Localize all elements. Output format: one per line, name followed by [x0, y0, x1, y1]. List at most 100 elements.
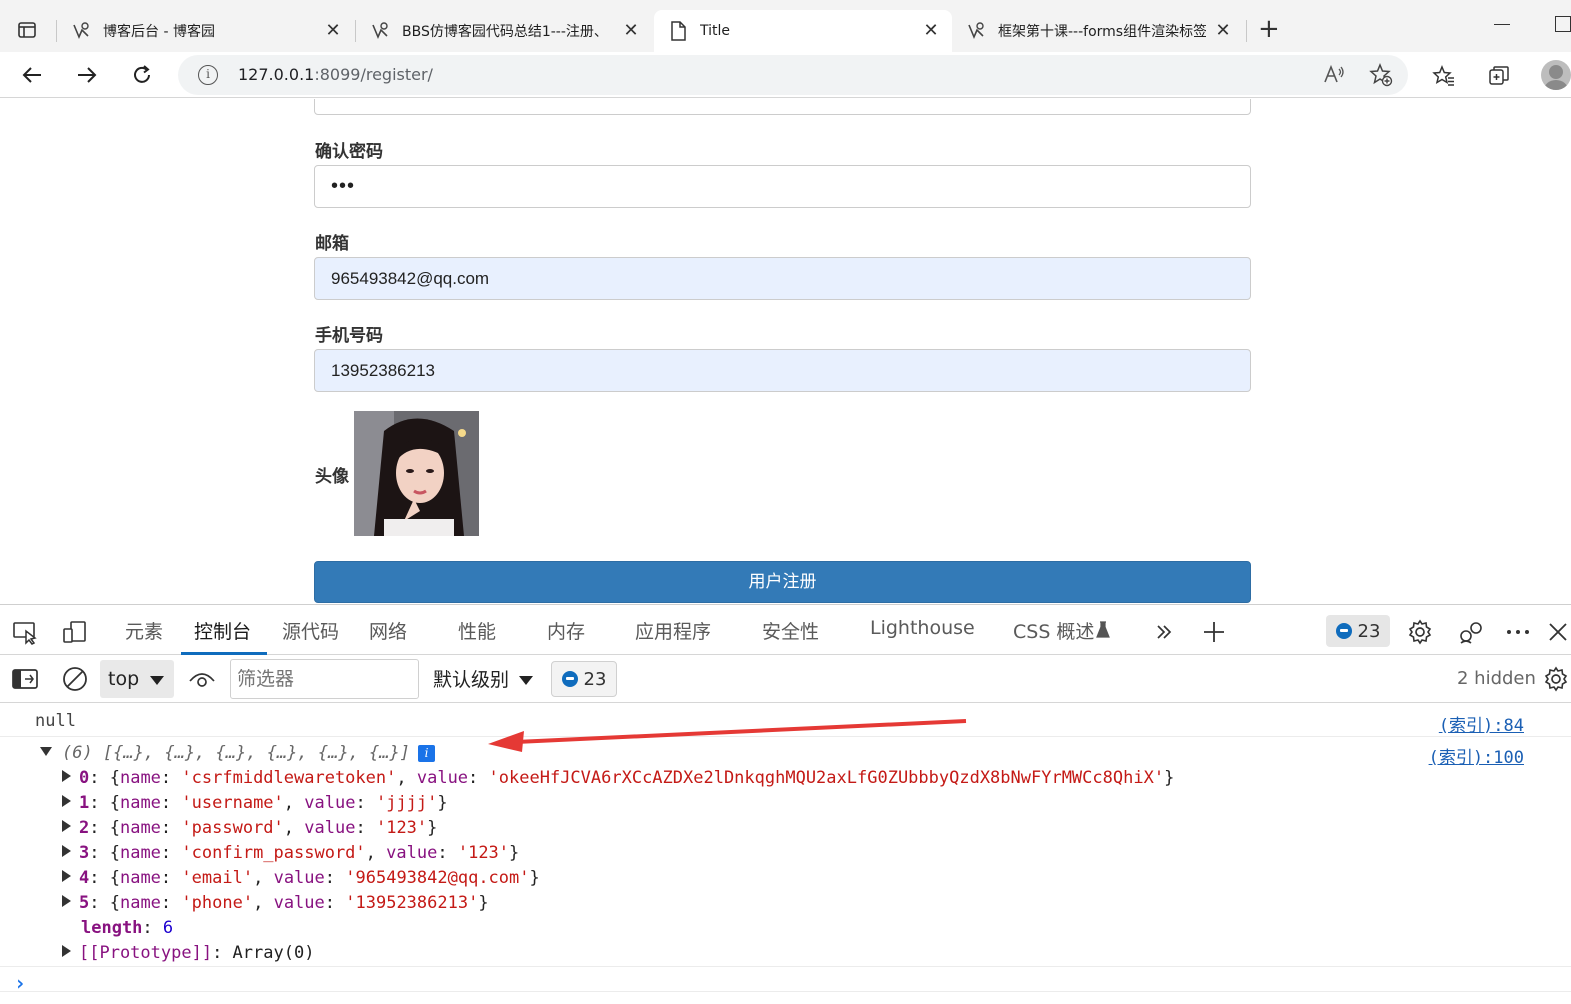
close-icon[interactable]: ✕ [920, 20, 942, 42]
collapse-triangle-icon[interactable] [40, 746, 52, 756]
message-icon [561, 671, 578, 687]
favorites-icon[interactable] [1430, 62, 1458, 90]
tab-console[interactable]: 控制台 [194, 617, 251, 644]
tab-title: 博客后台 - 博客园 [103, 24, 215, 40]
dropdown-caret-icon [519, 676, 534, 685]
live-expression-eye-icon[interactable] [188, 665, 216, 693]
sidebar-toggle-icon[interactable] [11, 665, 39, 693]
browser-toolbar: i 127.0.0.1:8099/register/ [0, 52, 1571, 98]
console-messages-badge[interactable]: 23 [551, 661, 617, 697]
tab-title: BBS仿博客园代码总结1---注册、 [402, 24, 608, 40]
avatar-image[interactable] [354, 411, 479, 536]
devtools-tabbar: 元素 控制台 源代码 网络 性能 内存 应用程序 安全性 Lighthouse … [0, 604, 1571, 655]
profile-avatar[interactable] [1541, 60, 1571, 90]
reload-icon[interactable] [125, 58, 159, 92]
tab-sources[interactable]: 源代码 [282, 617, 339, 644]
forward-icon[interactable] [70, 58, 104, 92]
close-devtools-icon[interactable] [1544, 618, 1571, 646]
inspect-element-icon[interactable] [11, 618, 39, 646]
settings-gear-icon[interactable] [1406, 618, 1434, 646]
expand-triangle-icon[interactable] [62, 895, 71, 907]
source-link[interactable]: (索引):100 [1429, 743, 1524, 768]
tab-title-active[interactable]: Title ✕ [654, 10, 952, 52]
tab-forms-lesson[interactable]: 框架第十课---forms组件渲染标签 ✕ [952, 10, 1244, 52]
cnblogs-icon [71, 21, 91, 41]
expand-triangle-icon[interactable] [62, 945, 71, 957]
tab-application[interactable]: 应用程序 [635, 617, 711, 644]
collections-icon[interactable] [1485, 62, 1513, 90]
console-settings-gear-icon[interactable] [1542, 665, 1570, 693]
experiment-flask-icon [1096, 621, 1110, 643]
maximize-icon[interactable] [1555, 16, 1571, 32]
more-tabs-chevron-icon[interactable] [1150, 618, 1178, 646]
email-field[interactable]: 965493842@qq.com [314, 257, 1251, 300]
tab-elements[interactable]: 元素 [125, 617, 163, 644]
expand-triangle-icon[interactable] [62, 770, 71, 782]
address-bar[interactable]: i 127.0.0.1:8099/register/ [178, 55, 1408, 95]
source-link[interactable]: (索引):84 [1439, 711, 1524, 736]
tab-security[interactable]: 安全性 [762, 617, 819, 644]
log-level-selector[interactable]: 默认级别 [433, 665, 534, 692]
minimize-icon[interactable] [1494, 24, 1510, 25]
cnblogs-icon [370, 21, 390, 41]
context-selector[interactable]: top [100, 660, 174, 698]
array-item-row[interactable]: 4: {name: 'email', value: '965493842@qq.… [62, 868, 540, 888]
message-icon [1335, 623, 1352, 639]
tab-network[interactable]: 网络 [369, 617, 407, 644]
tab-lighthouse[interactable]: Lighthouse [870, 617, 975, 639]
messages-badge[interactable]: 23 [1326, 615, 1390, 647]
info-icon[interactable]: i [418, 744, 435, 762]
tab-css-overview[interactable]: CSS 概述 [1013, 617, 1094, 644]
console-filter-input[interactable]: 筛选器 [230, 659, 419, 699]
site-info-icon[interactable]: i [198, 65, 218, 85]
tab-strip: 博客后台 - 博客园 ✕ BBS仿博客园代码总结1---注册、 ✕ Title … [0, 0, 1571, 52]
tab-performance[interactable]: 性能 [458, 617, 496, 644]
add-favorite-icon[interactable] [1367, 61, 1395, 89]
feedback-icon[interactable] [1457, 618, 1485, 646]
add-tool-icon[interactable] [1200, 618, 1228, 646]
expand-triangle-icon[interactable] [62, 870, 71, 882]
cnblogs-icon [966, 21, 986, 41]
avatar-label: 头像 [315, 467, 349, 487]
array-item-row[interactable]: 1: {name: 'username', value: 'jjjj'} [62, 793, 448, 813]
expand-triangle-icon[interactable] [62, 795, 71, 807]
array-item-row[interactable]: 0: {name: 'csrfmiddlewaretoken', value: … [62, 768, 1174, 788]
expand-triangle-icon[interactable] [62, 820, 71, 832]
close-icon[interactable]: ✕ [620, 20, 642, 42]
password-field[interactable] [314, 99, 1251, 115]
tab-bbs-summary[interactable]: BBS仿博客园代码总结1---注册、 ✕ [356, 10, 652, 52]
tab-memory[interactable]: 内存 [547, 617, 585, 644]
annotation-arrow [488, 719, 967, 752]
clear-console-icon[interactable] [61, 665, 89, 693]
page-icon [668, 21, 688, 41]
register-page: 确认密码 ••• 邮箱 965493842@qq.com 手机号码 139523… [0, 99, 1571, 604]
register-submit-button[interactable]: 用户注册 [314, 561, 1251, 603]
array-summary-row[interactable]: (6) [{…}, {…}, {…}, {…}, {…}, {…}] i [40, 743, 435, 763]
log-null: null [35, 711, 76, 731]
phone-field[interactable]: 13952386213 [314, 349, 1251, 392]
console-toolbar: top 筛选器 默认级别 23 2 hidden [0, 655, 1571, 703]
array-prototype-row[interactable]: [[Prototype]]: Array(0) [62, 943, 314, 963]
device-emulation-icon[interactable] [61, 618, 89, 646]
array-item-row[interactable]: 3: {name: 'confirm_password', value: '12… [62, 843, 519, 863]
confirm-password-field[interactable]: ••• [314, 165, 1251, 208]
new-tab-icon[interactable]: + [1258, 16, 1280, 42]
close-icon[interactable]: ✕ [322, 20, 344, 42]
phone-label: 手机号码 [315, 326, 383, 346]
read-aloud-icon[interactable] [1320, 61, 1348, 89]
url-text: 127.0.0.1:8099/register/ [238, 65, 433, 84]
array-item-row[interactable]: 2: {name: 'password', value: '123'} [62, 818, 437, 838]
tab-actions-icon[interactable] [9, 12, 45, 48]
expand-triangle-icon[interactable] [62, 845, 71, 857]
hidden-messages-count[interactable]: 2 hidden [1457, 668, 1536, 689]
confirm-password-label: 确认密码 [315, 142, 383, 162]
back-icon[interactable] [15, 58, 49, 92]
close-icon[interactable]: ✕ [1212, 20, 1234, 42]
tab-title: Title [700, 23, 731, 39]
dropdown-caret-icon [150, 676, 164, 685]
more-options-icon[interactable] [1504, 618, 1532, 646]
tab-blog-admin[interactable]: 博客后台 - 博客园 ✕ [57, 10, 354, 52]
array-item-row[interactable]: 5: {name: 'phone', value: '13952386213'} [62, 893, 489, 913]
tab-title: 框架第十课---forms组件渲染标签 [998, 24, 1206, 40]
array-length-row: length: 6 [81, 918, 174, 938]
